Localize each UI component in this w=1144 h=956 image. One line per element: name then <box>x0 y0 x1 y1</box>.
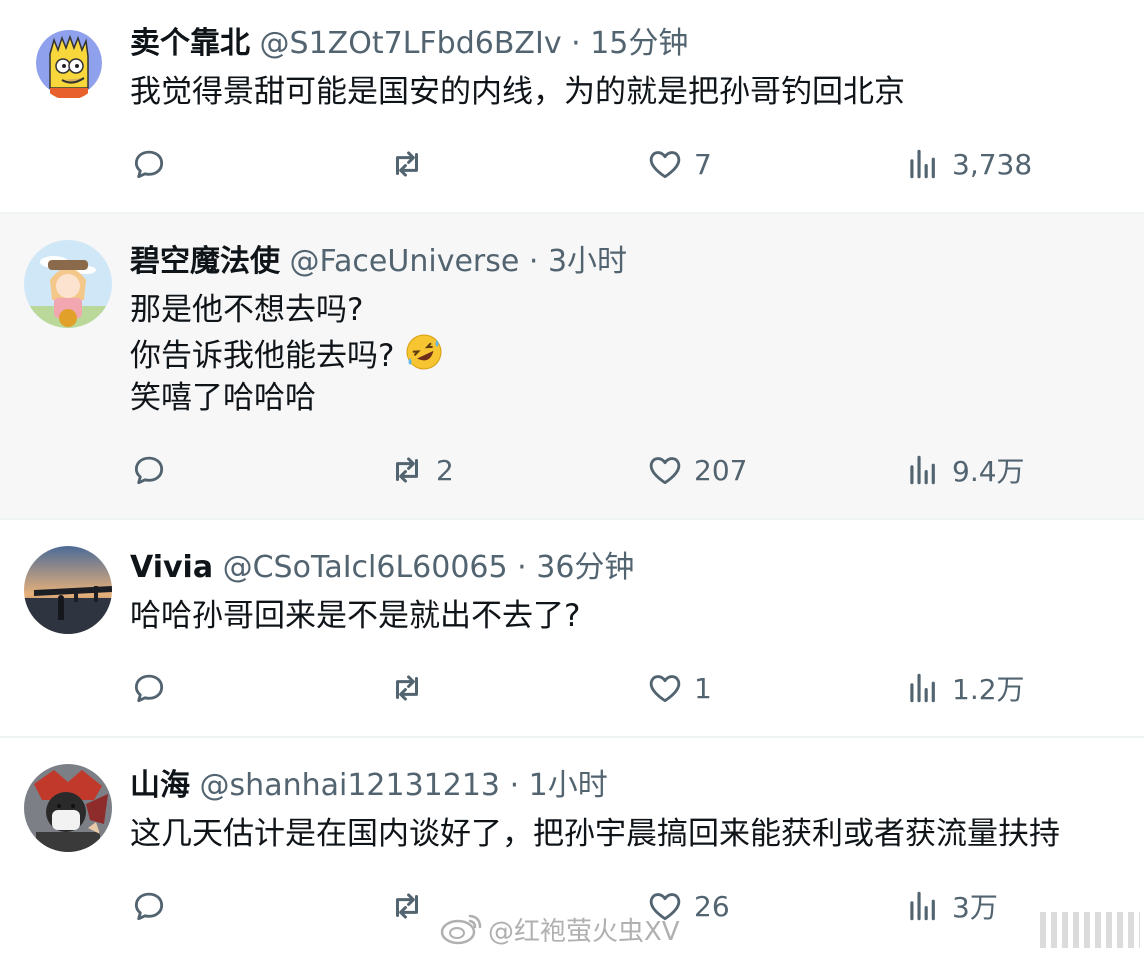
view-count: 3,738 <box>952 147 1033 181</box>
post-line: 这几天估计是在国内谈好了，把孙宇晨搞回来能获利或者获流量扶持 <box>130 816 1060 852</box>
post-line: 哈哈孙哥回来是不是就出不去了? <box>130 598 581 634</box>
post-1[interactable]: 卖个靠北 @S1ZOt7LFbd6BZIv · 15分钟 我觉得景甜可能是国安的… <box>0 0 1144 214</box>
repost-icon <box>395 457 419 483</box>
post-text: 这几天估计是在国内谈好了，把孙宇晨搞回来能获利或者获流量扶持 <box>130 812 1060 856</box>
heart-icon <box>649 457 681 485</box>
avatar[interactable] <box>36 26 102 100</box>
post-text: 哈哈孙哥回来是不是就出不去了? <box>130 594 580 638</box>
reply-icon <box>134 892 164 921</box>
user-handle[interactable]: @FaceUniverse <box>290 244 520 279</box>
repost-icon <box>395 151 419 177</box>
avatar[interactable] <box>24 240 112 328</box>
display-name[interactable]: 山海 <box>130 768 190 803</box>
action-bar: 2 207 9.4万 <box>0 448 1144 492</box>
view-count: 3万 <box>952 891 998 924</box>
reply-icon <box>134 674 164 703</box>
views-button[interactable]: 3万 <box>904 884 998 928</box>
repost-button[interactable] <box>388 142 436 186</box>
avatar[interactable] <box>24 764 112 852</box>
post-line: 我觉得景甜可能是国安的内线，为的就是把孙哥钓回北京 <box>130 74 905 110</box>
post-3[interactable]: Vivia @CSoTaIcl6L60065 · 36分钟 哈哈孙哥回来是不是就… <box>0 520 1144 738</box>
avatar[interactable] <box>24 546 112 634</box>
views-icon <box>910 455 935 485</box>
post-text: 那是他不想去吗? 你告诉我他能去吗? 笑嘻了哈哈哈 <box>130 288 444 420</box>
reply-button[interactable] <box>130 448 178 492</box>
repost-button[interactable]: 2 <box>388 448 454 492</box>
view-count: 1.2万 <box>952 673 1025 706</box>
like-count: 1 <box>694 671 712 705</box>
watermark-text: @红袍萤火虫XV <box>488 916 680 947</box>
reply-button[interactable] <box>130 666 178 710</box>
views-icon <box>910 149 935 179</box>
repost-icon <box>395 893 419 919</box>
repost-button[interactable] <box>388 884 436 928</box>
rofl-emoji <box>404 332 444 384</box>
post-line: 你告诉我他能去吗? <box>130 338 395 374</box>
post-time[interactable]: · 3小时 <box>529 244 627 279</box>
heart-icon <box>649 675 681 703</box>
view-count: 9.4万 <box>952 455 1025 488</box>
action-bar: 7 3,738 <box>0 142 1144 186</box>
like-button[interactable]: 207 <box>646 448 747 492</box>
user-handle[interactable]: @shanhai12131213 <box>200 768 500 803</box>
views-icon <box>910 891 935 921</box>
like-count: 7 <box>694 147 712 181</box>
post-text: 我觉得景甜可能是国安的内线，为的就是把孙哥钓回北京 <box>130 70 905 114</box>
repost-count: 2 <box>436 453 454 487</box>
like-button[interactable]: 1 <box>646 666 712 710</box>
like-button[interactable]: 7 <box>646 142 712 186</box>
post-time[interactable]: · 36分钟 <box>517 550 634 585</box>
weibo-logo-icon <box>440 914 482 945</box>
user-handle[interactable]: @S1ZOt7LFbd6BZIv <box>260 26 562 61</box>
reply-button[interactable] <box>130 142 178 186</box>
post-line: 笑嘻了哈哈哈 <box>130 380 316 416</box>
views-button[interactable]: 3,738 <box>904 142 1032 186</box>
action-bar: 1 1.2万 <box>0 666 1144 710</box>
reply-icon <box>134 456 164 485</box>
watermark: @红袍萤火虫XV <box>440 906 680 952</box>
views-button[interactable]: 1.2万 <box>904 666 1025 710</box>
watermark-logo <box>1040 912 1140 948</box>
post-line-with-emoji: 你告诉我他能去吗? <box>130 332 444 376</box>
like-count: 26 <box>694 889 730 923</box>
like-count: 207 <box>694 453 748 487</box>
views-icon <box>910 673 935 703</box>
reply-button[interactable] <box>130 884 178 928</box>
repost-button[interactable] <box>388 666 436 710</box>
user-handle[interactable]: @CSoTaIcl6L60065 <box>223 550 508 585</box>
repost-icon <box>395 675 419 701</box>
heart-icon <box>649 151 681 179</box>
display-name[interactable]: 碧空魔法使 <box>130 244 280 279</box>
post-line: 那是他不想去吗? <box>130 292 364 328</box>
post-time[interactable]: · 15分钟 <box>571 26 688 61</box>
display-name[interactable]: Vivia <box>130 550 213 585</box>
post-time[interactable]: · 1小时 <box>510 768 608 803</box>
reply-icon <box>134 150 164 179</box>
views-button[interactable]: 9.4万 <box>904 448 1025 492</box>
post-2[interactable]: 碧空魔法使 @FaceUniverse · 3小时 那是他不想去吗? 你告诉我他… <box>0 214 1144 520</box>
display-name[interactable]: 卖个靠北 <box>130 26 250 61</box>
